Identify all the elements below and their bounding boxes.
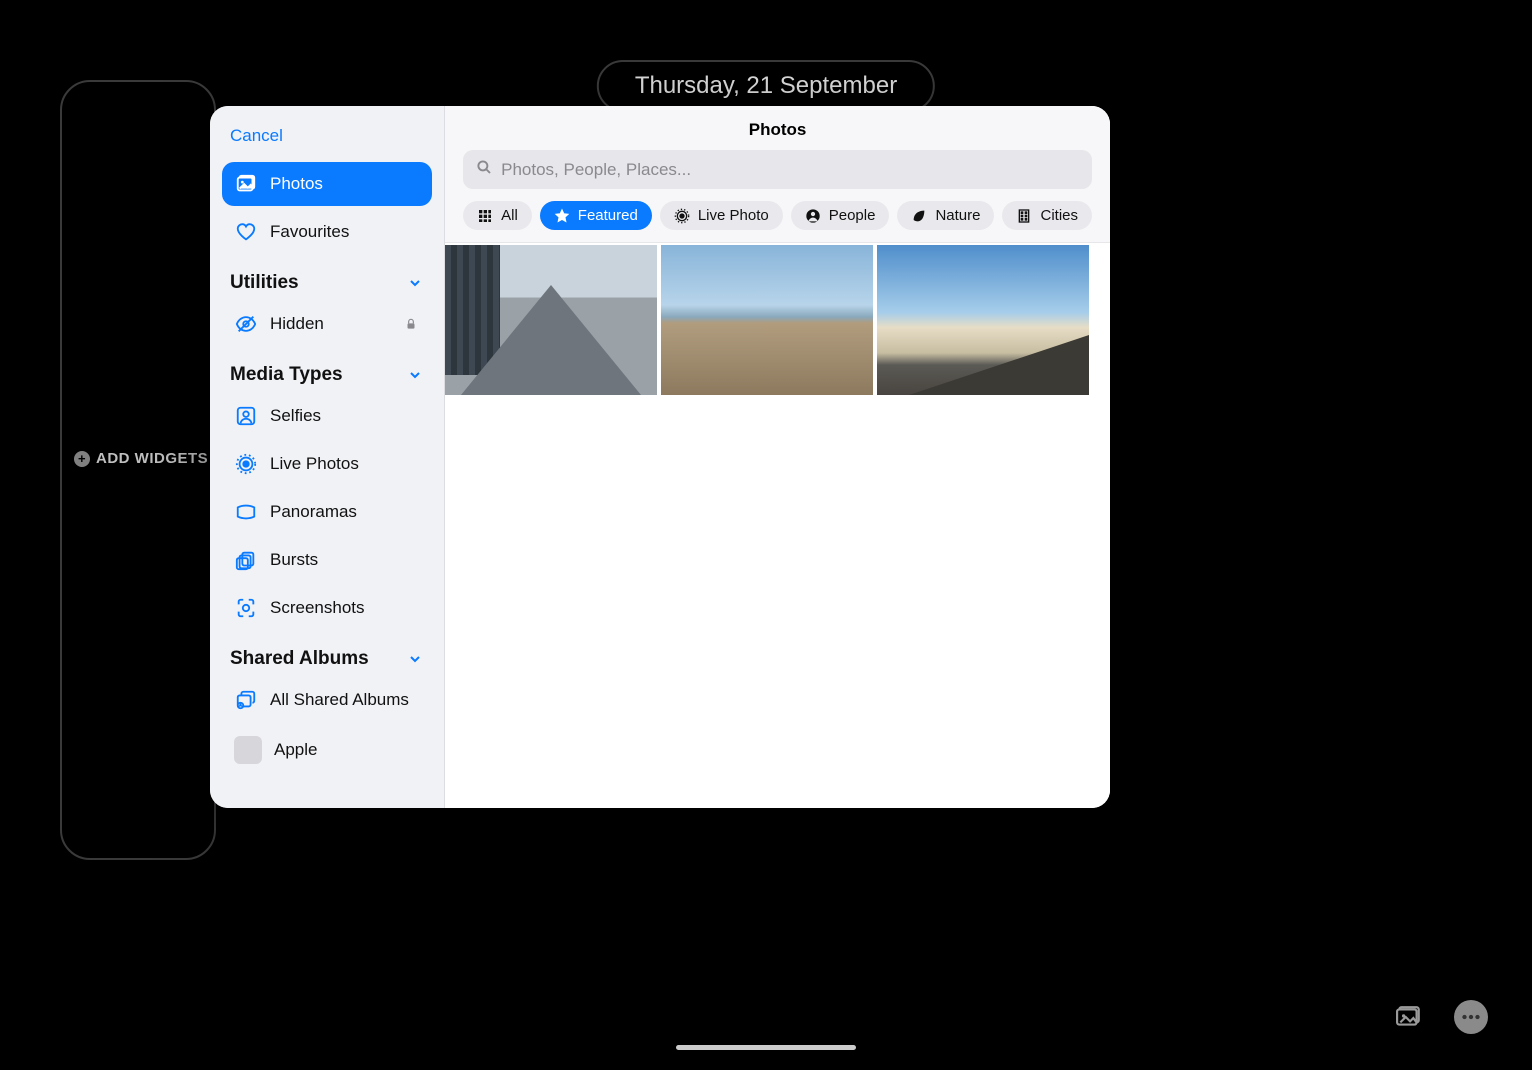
bottom-toolbar — [1392, 1000, 1488, 1034]
shared-stack-icon — [234, 688, 258, 712]
cancel-button[interactable]: Cancel — [222, 122, 432, 158]
photo-picker-modal: Cancel Photos Favourites Utili — [210, 106, 1110, 808]
sidebar-item-label: Bursts — [270, 550, 318, 570]
lockscreen-date-pill[interactable]: Thursday, 21 September — [597, 60, 935, 112]
wallpaper-photo-button[interactable] — [1392, 1000, 1426, 1034]
sidebar-item-label: Panoramas — [270, 502, 357, 522]
eye-off-icon — [234, 312, 258, 336]
main-content: Photos All — [445, 106, 1110, 808]
sidebar-item-label: Selfies — [270, 406, 321, 426]
chip-all[interactable]: All — [463, 201, 532, 230]
chip-label: Live Photo — [698, 207, 769, 224]
sidebar: Cancel Photos Favourites Utili — [210, 106, 445, 808]
sidebar-item-panoramas[interactable]: Panoramas — [222, 490, 432, 534]
screenshot-icon — [234, 596, 258, 620]
burst-icon — [234, 548, 258, 572]
photos-icon — [234, 172, 258, 196]
home-indicator[interactable] — [676, 1045, 856, 1050]
main-title: Photos — [463, 118, 1092, 150]
chip-featured[interactable]: Featured — [540, 201, 652, 230]
add-widgets-label: ADD WIDGETS — [96, 450, 208, 467]
add-widgets-button[interactable]: + ADD WIDGETS — [74, 450, 208, 467]
plus-icon: + — [74, 451, 90, 467]
sidebar-item-label: Live Photos — [270, 454, 359, 474]
chip-people[interactable]: People — [791, 201, 890, 230]
star-icon — [554, 208, 570, 224]
main-header: Photos All — [445, 106, 1110, 243]
chevron-down-icon — [406, 274, 424, 292]
search-icon — [475, 158, 493, 181]
leaf-icon — [911, 208, 927, 224]
lockscreen-date-text: Thursday, 21 September — [635, 72, 897, 99]
chip-label: Cities — [1040, 207, 1078, 224]
lock-icon — [402, 315, 420, 333]
sidebar-item-label: Favourites — [270, 222, 349, 242]
more-button[interactable] — [1454, 1000, 1488, 1034]
chip-label: People — [829, 207, 876, 224]
chip-cities[interactable]: Cities — [1002, 201, 1092, 230]
person-square-icon — [234, 404, 258, 428]
panorama-icon — [234, 500, 258, 524]
sidebar-item-bursts[interactable]: Bursts — [222, 538, 432, 582]
sidebar-item-apple[interactable]: Apple — [222, 726, 432, 774]
section-header-utilities[interactable]: Utilities — [222, 258, 432, 298]
section-header-shared[interactable]: Shared Albums — [222, 634, 432, 674]
chip-live-photo[interactable]: Live Photo — [660, 201, 783, 230]
chip-label: Nature — [935, 207, 980, 224]
sidebar-item-photos[interactable]: Photos — [222, 162, 432, 206]
filter-chips: All Featured Live Photo — [463, 189, 1092, 230]
chip-label: Featured — [578, 207, 638, 224]
lockscreen-preview-frame — [60, 80, 216, 860]
sidebar-item-label: Hidden — [270, 314, 324, 334]
live-icon — [674, 208, 690, 224]
sidebar-item-screenshots[interactable]: Screenshots — [222, 586, 432, 630]
photo-grid — [445, 243, 1110, 808]
heart-icon — [234, 220, 258, 244]
chevron-down-icon — [406, 366, 424, 384]
chevron-down-icon — [406, 650, 424, 668]
chip-nature[interactable]: Nature — [897, 201, 994, 230]
sidebar-item-favourites[interactable]: Favourites — [222, 210, 432, 254]
sidebar-item-label: All Shared Albums — [270, 690, 409, 710]
search-field[interactable] — [463, 150, 1092, 189]
live-icon — [234, 452, 258, 476]
photo-thumbnail[interactable] — [445, 245, 657, 395]
sidebar-item-live-photos[interactable]: Live Photos — [222, 442, 432, 486]
building-icon — [1016, 208, 1032, 224]
grid-icon — [477, 208, 493, 224]
sidebar-item-label: Apple — [274, 740, 317, 760]
sidebar-item-hidden[interactable]: Hidden — [222, 302, 432, 346]
section-header-media-types[interactable]: Media Types — [222, 350, 432, 390]
photo-thumbnail[interactable] — [661, 245, 873, 395]
photo-thumbnail[interactable] — [877, 245, 1089, 395]
sidebar-item-selfies[interactable]: Selfies — [222, 394, 432, 438]
person-icon — [805, 208, 821, 224]
album-thumb-icon — [234, 736, 262, 764]
sidebar-item-label: Screenshots — [270, 598, 365, 618]
sidebar-item-label: Photos — [270, 174, 323, 194]
sidebar-item-all-shared[interactable]: All Shared Albums — [222, 678, 432, 722]
chip-label: All — [501, 207, 518, 224]
search-input[interactable] — [501, 160, 1080, 180]
